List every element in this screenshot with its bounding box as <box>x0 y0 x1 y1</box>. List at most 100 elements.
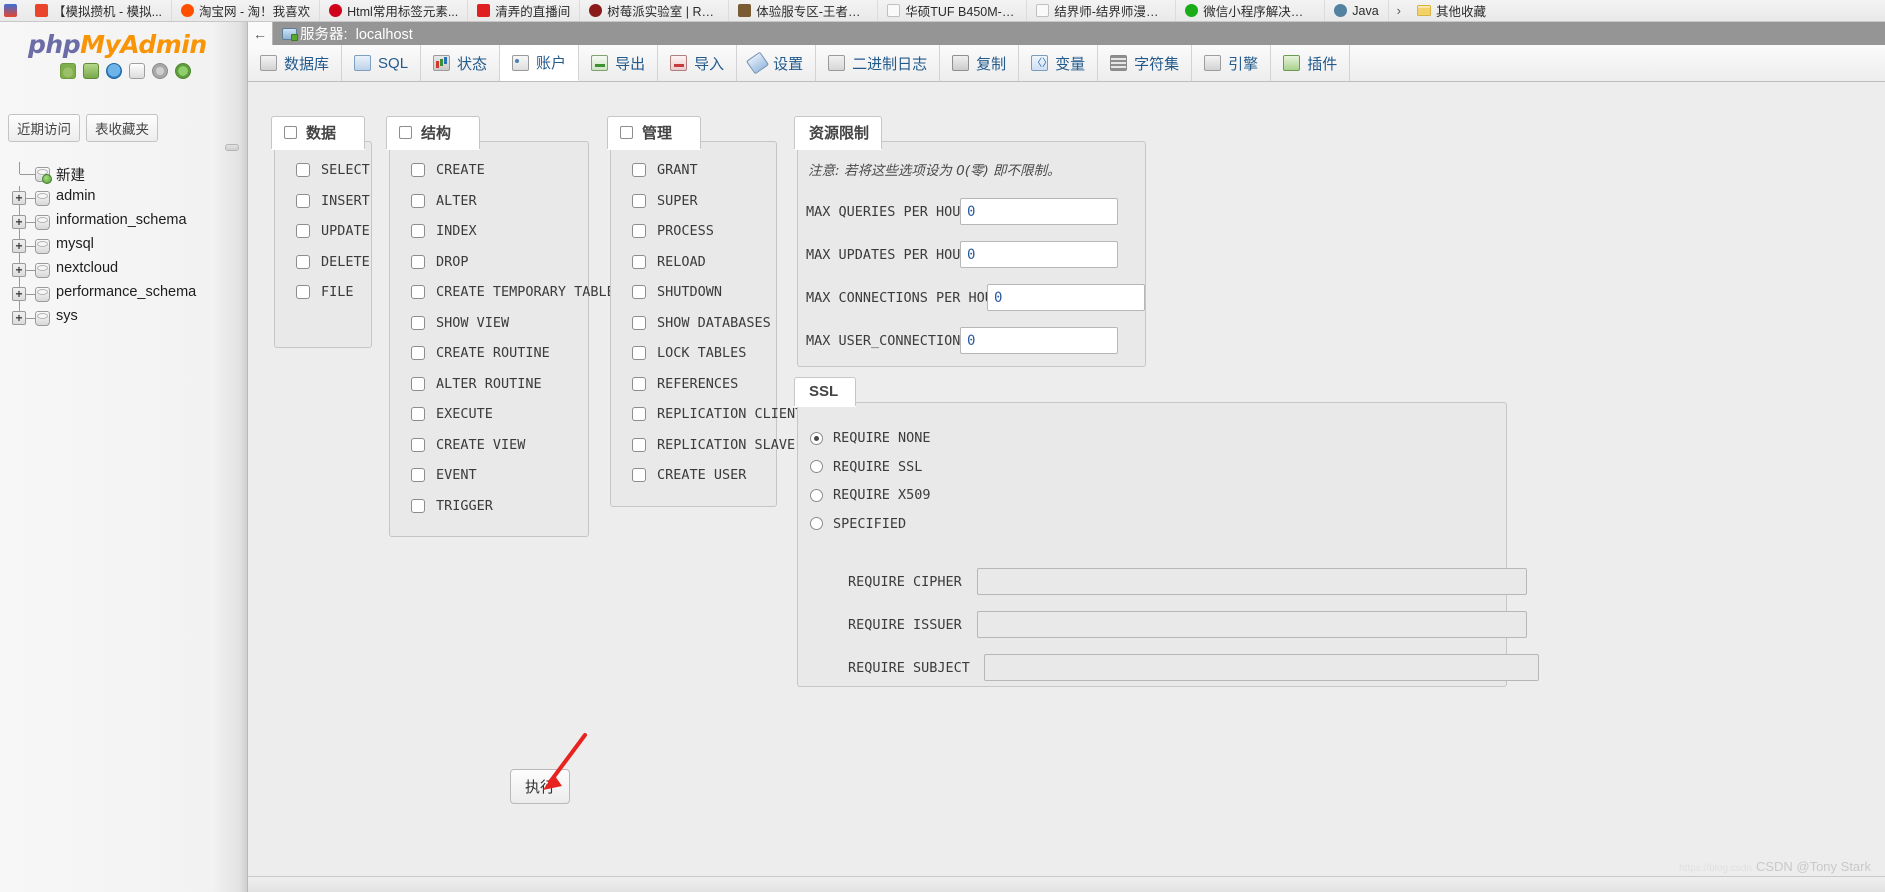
tree-item-sys[interactable]: + sys <box>6 306 246 330</box>
tab-overflow-chevron-icon[interactable]: › <box>1389 3 1409 18</box>
tab-export[interactable]: 导出 <box>579 45 659 81</box>
privilege-checkbox[interactable] <box>632 468 646 483</box>
phpmyadmin-logo[interactable]: phpMyAdmin <box>28 30 207 59</box>
tab-status[interactable]: 状态 <box>421 45 501 81</box>
privilege-row[interactable]: LOCK TABLES <box>611 338 776 369</box>
tree-expand-icon[interactable]: + <box>12 311 26 325</box>
privilege-checkbox[interactable] <box>411 376 425 391</box>
tree-item-nextcloud[interactable]: + nextcloud <box>6 258 246 282</box>
privilege-checkbox[interactable] <box>411 498 425 513</box>
privilege-checkbox[interactable] <box>411 285 425 300</box>
tab-settings[interactable]: 设置 <box>737 45 817 81</box>
data-privileges-legend[interactable]: 数据 <box>271 116 365 149</box>
privilege-checkbox[interactable] <box>632 193 646 208</box>
docs-icon[interactable] <box>129 63 145 79</box>
recent-tables-button[interactable]: 近期访问 <box>8 114 80 142</box>
privilege-checkbox[interactable] <box>411 224 425 239</box>
max-queries-per-hour-input[interactable] <box>960 198 1118 225</box>
settings-icon[interactable] <box>152 63 168 79</box>
browser-tab[interactable]: 结界师-结界师漫画... <box>1027 0 1177 21</box>
ssl-option-require-x509[interactable]: REQUIRE X509 <box>798 481 1506 510</box>
privilege-checkbox[interactable] <box>411 346 425 361</box>
privilege-row[interactable]: CREATE TEMPORARY TABLES <box>390 277 623 308</box>
privilege-row[interactable]: INDEX <box>390 216 588 247</box>
privilege-row[interactable]: INSERT <box>275 186 371 217</box>
privilege-checkbox[interactable] <box>296 224 310 239</box>
tab-import[interactable]: 导入 <box>658 45 738 81</box>
privilege-row[interactable]: SHUTDOWN <box>611 277 776 308</box>
select-all-structure-checkbox[interactable] <box>399 126 412 139</box>
privilege-checkbox[interactable] <box>632 254 646 269</box>
privilege-row[interactable]: EVENT <box>390 460 588 491</box>
tab-databases[interactable]: 数据库 <box>248 45 343 81</box>
favorite-tables-button[interactable]: 表收藏夹 <box>86 114 158 142</box>
tree-expand-icon[interactable]: + <box>12 215 26 229</box>
privilege-checkbox[interactable] <box>632 437 646 452</box>
structure-privileges-legend[interactable]: 结构 <box>386 116 480 149</box>
require-issuer-input[interactable] <box>977 611 1527 638</box>
browser-tab[interactable] <box>0 0 26 21</box>
privilege-checkbox[interactable] <box>632 346 646 361</box>
privilege-checkbox[interactable] <box>296 254 310 269</box>
ssl-option-require-ssl[interactable]: REQUIRE SSL <box>798 453 1506 482</box>
privilege-row[interactable]: ALTER ROUTINE <box>390 369 588 400</box>
tree-expand-icon[interactable]: + <box>12 287 26 301</box>
tab-variables[interactable]: 〈〉 变量 <box>1019 45 1099 81</box>
max-user-connections-input[interactable] <box>960 327 1118 354</box>
require-cipher-input[interactable] <box>977 568 1527 595</box>
panel-resize-handle[interactable] <box>225 144 239 151</box>
privilege-row[interactable]: SELECT <box>275 155 371 186</box>
privilege-checkbox[interactable] <box>632 163 646 178</box>
tab-binary-log[interactable]: 二进制日志 <box>816 45 941 81</box>
privilege-row[interactable]: RELOAD <box>611 247 776 278</box>
privilege-row[interactable]: DROP <box>390 247 588 278</box>
tab-accounts[interactable]: 账户 <box>500 45 580 81</box>
privilege-checkbox[interactable] <box>411 315 425 330</box>
tab-charsets[interactable]: 字符集 <box>1098 45 1193 81</box>
privilege-checkbox[interactable] <box>296 285 310 300</box>
privilege-row[interactable]: CREATE VIEW <box>390 430 588 461</box>
privilege-checkbox[interactable] <box>411 193 425 208</box>
privilege-checkbox[interactable] <box>411 407 425 422</box>
ssl-option-specified[interactable]: SPECIFIED <box>798 510 1506 539</box>
privilege-checkbox[interactable] <box>296 193 310 208</box>
browser-tab[interactable]: 【模拟攒机 - 模拟... <box>26 0 173 21</box>
privilege-row[interactable]: FILE <box>275 277 371 308</box>
privilege-row[interactable]: CREATE <box>390 155 588 186</box>
privilege-row[interactable]: PROCESS <box>611 216 776 247</box>
radio-icon[interactable] <box>810 488 823 502</box>
privilege-checkbox[interactable] <box>411 254 425 269</box>
privilege-checkbox[interactable] <box>296 163 310 178</box>
bookmark-other-folder[interactable]: 其他收藏 <box>1409 1 1494 20</box>
privilege-row[interactable]: CREATE USER <box>611 460 776 491</box>
require-subject-input[interactable] <box>984 654 1539 681</box>
reload-icon[interactable] <box>175 63 191 79</box>
privilege-checkbox[interactable] <box>632 315 646 330</box>
privilege-row[interactable]: SHOW DATABASES <box>611 308 776 339</box>
browser-tab[interactable]: Java <box>1325 0 1389 21</box>
tab-engines[interactable]: 引擎 <box>1192 45 1272 81</box>
privilege-row[interactable]: REPLICATION CLIENT <box>611 399 803 430</box>
tab-sql[interactable]: SQL <box>342 45 422 81</box>
tree-item-admin[interactable]: + admin <box>6 186 246 210</box>
tab-replication[interactable]: 复制 <box>940 45 1020 81</box>
privilege-row[interactable]: ALTER <box>390 186 588 217</box>
tree-expand-icon[interactable]: + <box>12 239 26 253</box>
home-icon[interactable] <box>60 63 76 79</box>
tree-expand-icon[interactable]: + <box>12 191 26 205</box>
privilege-row[interactable]: EXECUTE <box>390 399 588 430</box>
radio-icon[interactable] <box>810 431 823 445</box>
admin-privileges-legend[interactable]: 管理 <box>607 116 701 149</box>
tree-item-new-database[interactable]: 新建 <box>6 162 246 186</box>
privilege-row[interactable]: DELETE <box>275 247 371 278</box>
browser-tab[interactable]: 体验服专区-王者荣... <box>729 0 879 21</box>
tree-item-performance-schema[interactable]: + performance_schema <box>6 282 246 306</box>
privilege-checkbox[interactable] <box>411 437 425 452</box>
browser-tab[interactable]: 淘宝网 - 淘！我喜欢 <box>172 0 321 21</box>
privilege-row[interactable]: GRANT <box>611 155 776 186</box>
privilege-row[interactable]: REPLICATION SLAVE <box>611 430 795 461</box>
browser-tab[interactable]: 微信小程序解决方案 <box>1176 0 1326 21</box>
browser-tab[interactable]: Html常用标签元素... <box>320 0 469 21</box>
privilege-row[interactable]: SHOW VIEW <box>390 308 588 339</box>
tree-expand-icon[interactable]: + <box>12 263 26 277</box>
